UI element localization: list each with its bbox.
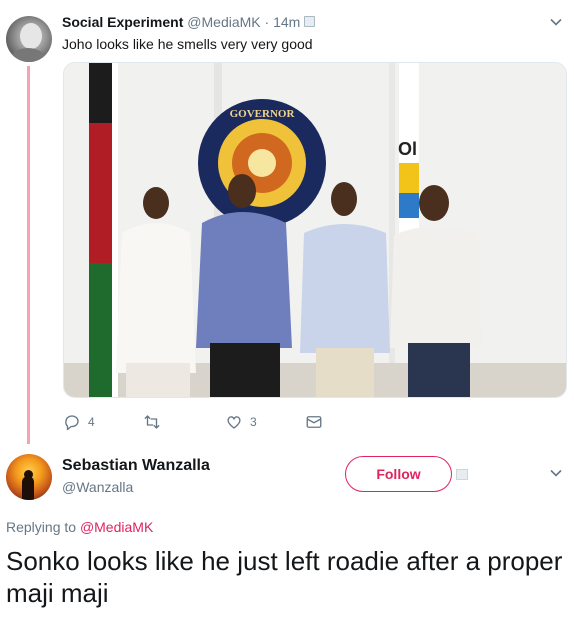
reply-count: 4: [88, 415, 95, 429]
message-button[interactable]: [305, 413, 323, 431]
heart-icon: [227, 416, 241, 429]
thread-connector: [27, 66, 30, 444]
like-count: 3: [250, 415, 257, 429]
replying-to-label: Replying to: [6, 519, 77, 535]
author-handle[interactable]: @MediaMK: [187, 14, 260, 30]
avatar[interactable]: [6, 454, 52, 500]
tweet-photo[interactable]: Ol GOVERNOR: [63, 62, 567, 398]
emblem-text: GOVERNOR: [230, 108, 296, 120]
image-icon: [304, 16, 315, 27]
author-name[interactable]: Social Experiment: [62, 14, 183, 30]
follow-button[interactable]: Follow: [345, 456, 452, 492]
separator: ·: [264, 14, 270, 30]
reply-button[interactable]: 4: [63, 413, 95, 431]
retweet-button[interactable]: [143, 413, 168, 431]
timestamp[interactable]: 14m: [273, 14, 300, 30]
retweet-icon: [144, 415, 160, 429]
chevron-down-icon[interactable]: [550, 467, 562, 479]
avatar-silhouette-body: [22, 476, 34, 500]
author-handle[interactable]: @Wanzalla: [62, 479, 133, 495]
envelope-icon: [306, 416, 322, 428]
image-icon: [456, 469, 468, 480]
tweet-header: Social Experiment @MediaMK · 14m: [62, 14, 300, 30]
tweet-text: Joho looks like he smells very very good: [62, 36, 313, 52]
replying-to: Replying to @MediaMK: [6, 519, 153, 535]
reply-icon: [65, 415, 79, 431]
like-button[interactable]: 3: [225, 413, 257, 431]
avatar[interactable]: [6, 16, 52, 62]
mention-link[interactable]: @MediaMK: [80, 519, 153, 535]
banner-text: Ol: [398, 139, 417, 159]
chevron-down-icon[interactable]: [550, 16, 562, 28]
author-name[interactable]: Sebastian Wanzalla: [62, 457, 210, 475]
tweet-text: Sonko looks like he just left roadie aft…: [6, 546, 563, 608]
photo-illustration: Ol GOVERNOR: [64, 63, 566, 397]
